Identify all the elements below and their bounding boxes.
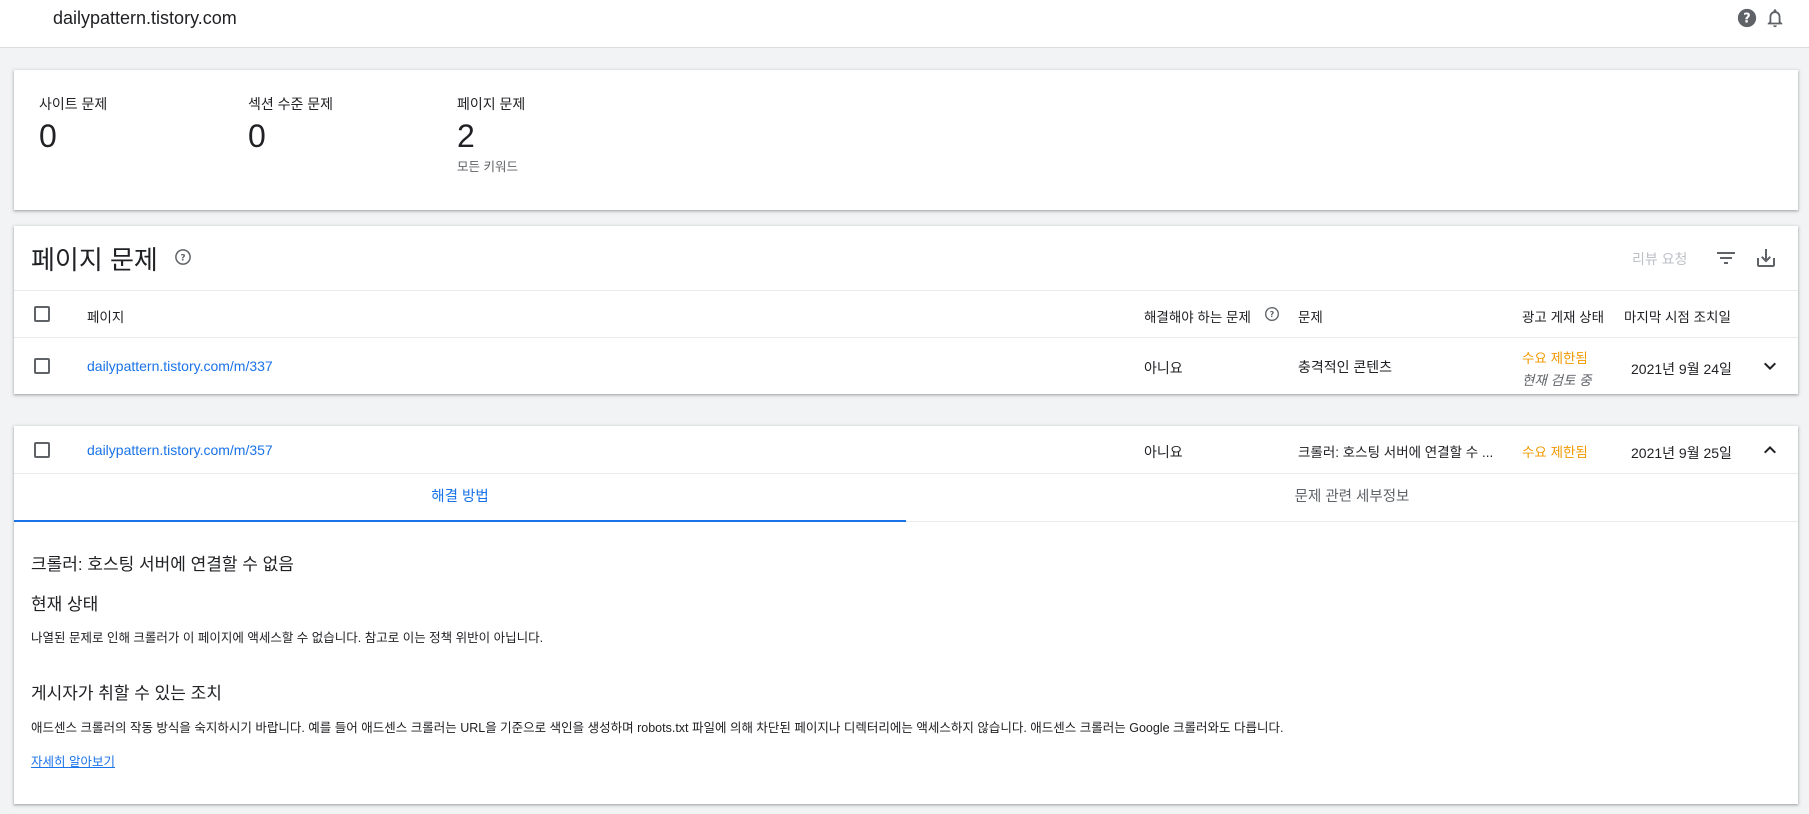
detail-tabs: 해결 방법 문제 관련 세부정보 <box>14 474 1798 522</box>
page-issues-stat: 페이지 문제 2 모든 키워드 <box>457 94 525 175</box>
help-outline-icon[interactable]: ? <box>174 248 192 266</box>
last-seen-date: 2021년 9월 25일 <box>1631 445 1732 461</box>
summary-card: 사이트 문제 0 섹션 수준 문제 0 페이지 문제 2 모든 키워드 <box>14 70 1798 210</box>
help-outline-icon[interactable]: ? <box>1264 306 1280 322</box>
current-status-text: 나열된 문제로 인해 크롤러가 이 페이지에 액세스할 수 없습니다. 참고로 … <box>31 631 544 645</box>
page-issues-value: 2 <box>457 118 475 154</box>
chevron-down-icon[interactable] <box>1758 354 1782 378</box>
detail-heading: 크롤러: 호스팅 서버에 연결할 수 없음 <box>31 555 294 574</box>
bell-icon[interactable] <box>1764 7 1786 29</box>
column-header-page[interactable]: 페이지 <box>87 306 124 326</box>
select-all-checkbox[interactable] <box>34 306 50 322</box>
svg-text:?: ? <box>1743 12 1750 27</box>
expanded-issue-card: dailypattern.tistory.com/m/357 아니요 크롤러: … <box>14 426 1798 804</box>
page-link[interactable]: dailypattern.tistory.com/m/357 <box>87 442 273 458</box>
ad-status: 수요 제한됨 <box>1522 351 1588 366</box>
filter-icon[interactable] <box>1714 246 1738 270</box>
site-issues-label: 사이트 문제 <box>39 96 108 112</box>
must-fix-value: 아니요 <box>1144 360 1183 376</box>
row-checkbox[interactable] <box>34 358 50 374</box>
column-header-issue[interactable]: 문제 <box>1298 306 1323 326</box>
must-fix-value: 아니요 <box>1144 444 1183 460</box>
last-seen-date: 2021년 9월 24일 <box>1631 361 1732 377</box>
ad-status-sub: 현재 검토 중 <box>1522 373 1592 388</box>
help-circle-icon[interactable]: ? <box>1736 7 1758 29</box>
table-row[interactable]: dailypattern.tistory.com/m/357 아니요 크롤러: … <box>14 426 1798 474</box>
ad-status: 수요 제한됨 <box>1522 445 1588 460</box>
svg-text:?: ? <box>180 253 185 263</box>
table-row[interactable]: dailypattern.tistory.com/m/337 아니요 충격적인 … <box>14 338 1798 394</box>
page-link[interactable]: dailypattern.tistory.com/m/337 <box>87 358 273 374</box>
review-request-button[interactable]: 리뷰 요청 <box>1632 249 1687 269</box>
column-header-last-seen[interactable]: 마지막 시점 조치일 <box>1624 306 1731 326</box>
section-issues-label: 섹션 수준 문제 <box>248 96 334 112</box>
learn-more-link[interactable]: 자세히 알아보기 <box>31 751 115 770</box>
tab-issue-details[interactable]: 문제 관련 세부정보 <box>906 474 1798 522</box>
issue-text: 크롤러: 호스팅 서버에 연결할 수 ... <box>1298 445 1494 460</box>
svg-text:?: ? <box>1270 310 1275 319</box>
issue-text: 충격적인 콘텐츠 <box>1298 359 1393 375</box>
page-issues-label: 페이지 문제 <box>457 96 526 112</box>
publisher-action-text: 애드센스 크롤러의 작동 방식을 숙지하시기 바랍니다. 예를 들어 애드센스 … <box>31 721 1284 735</box>
table-header-row: 페이지 해결해야 하는 문제 ? 문제 광고 게재 상태 마지막 시점 조치일 <box>14 290 1798 338</box>
column-header-must-fix[interactable]: 해결해야 하는 문제 <box>1144 306 1251 326</box>
current-status-title: 현재 상태 <box>31 595 99 614</box>
row-checkbox[interactable] <box>34 442 50 458</box>
section-issues-value: 0 <box>248 118 266 154</box>
site-title[interactable]: dailypattern.tistory.com <box>53 8 237 29</box>
site-issues-value: 0 <box>39 118 57 154</box>
download-icon[interactable] <box>1754 246 1778 270</box>
page-issues-title: 페이지 문제 <box>31 245 158 275</box>
page-issues-sub: 모든 키워드 <box>457 160 518 174</box>
publisher-action-title: 게시자가 취할 수 있는 조치 <box>31 684 222 703</box>
section-issues-stat: 섹션 수준 문제 0 <box>248 94 333 152</box>
page-issues-card: 페이지 문제 ? 리뷰 요청 페이지 해결해야 하는 문제 ? 문제 광고 게재… <box>14 226 1798 394</box>
chevron-up-icon[interactable] <box>1758 438 1782 462</box>
tab-how-to-fix[interactable]: 해결 방법 <box>14 474 906 522</box>
column-header-ad-status[interactable]: 광고 게재 상태 <box>1522 306 1604 326</box>
site-issues-stat: 사이트 문제 0 <box>39 94 107 152</box>
top-app-bar: dailypattern.tistory.com ? <box>0 0 1809 48</box>
